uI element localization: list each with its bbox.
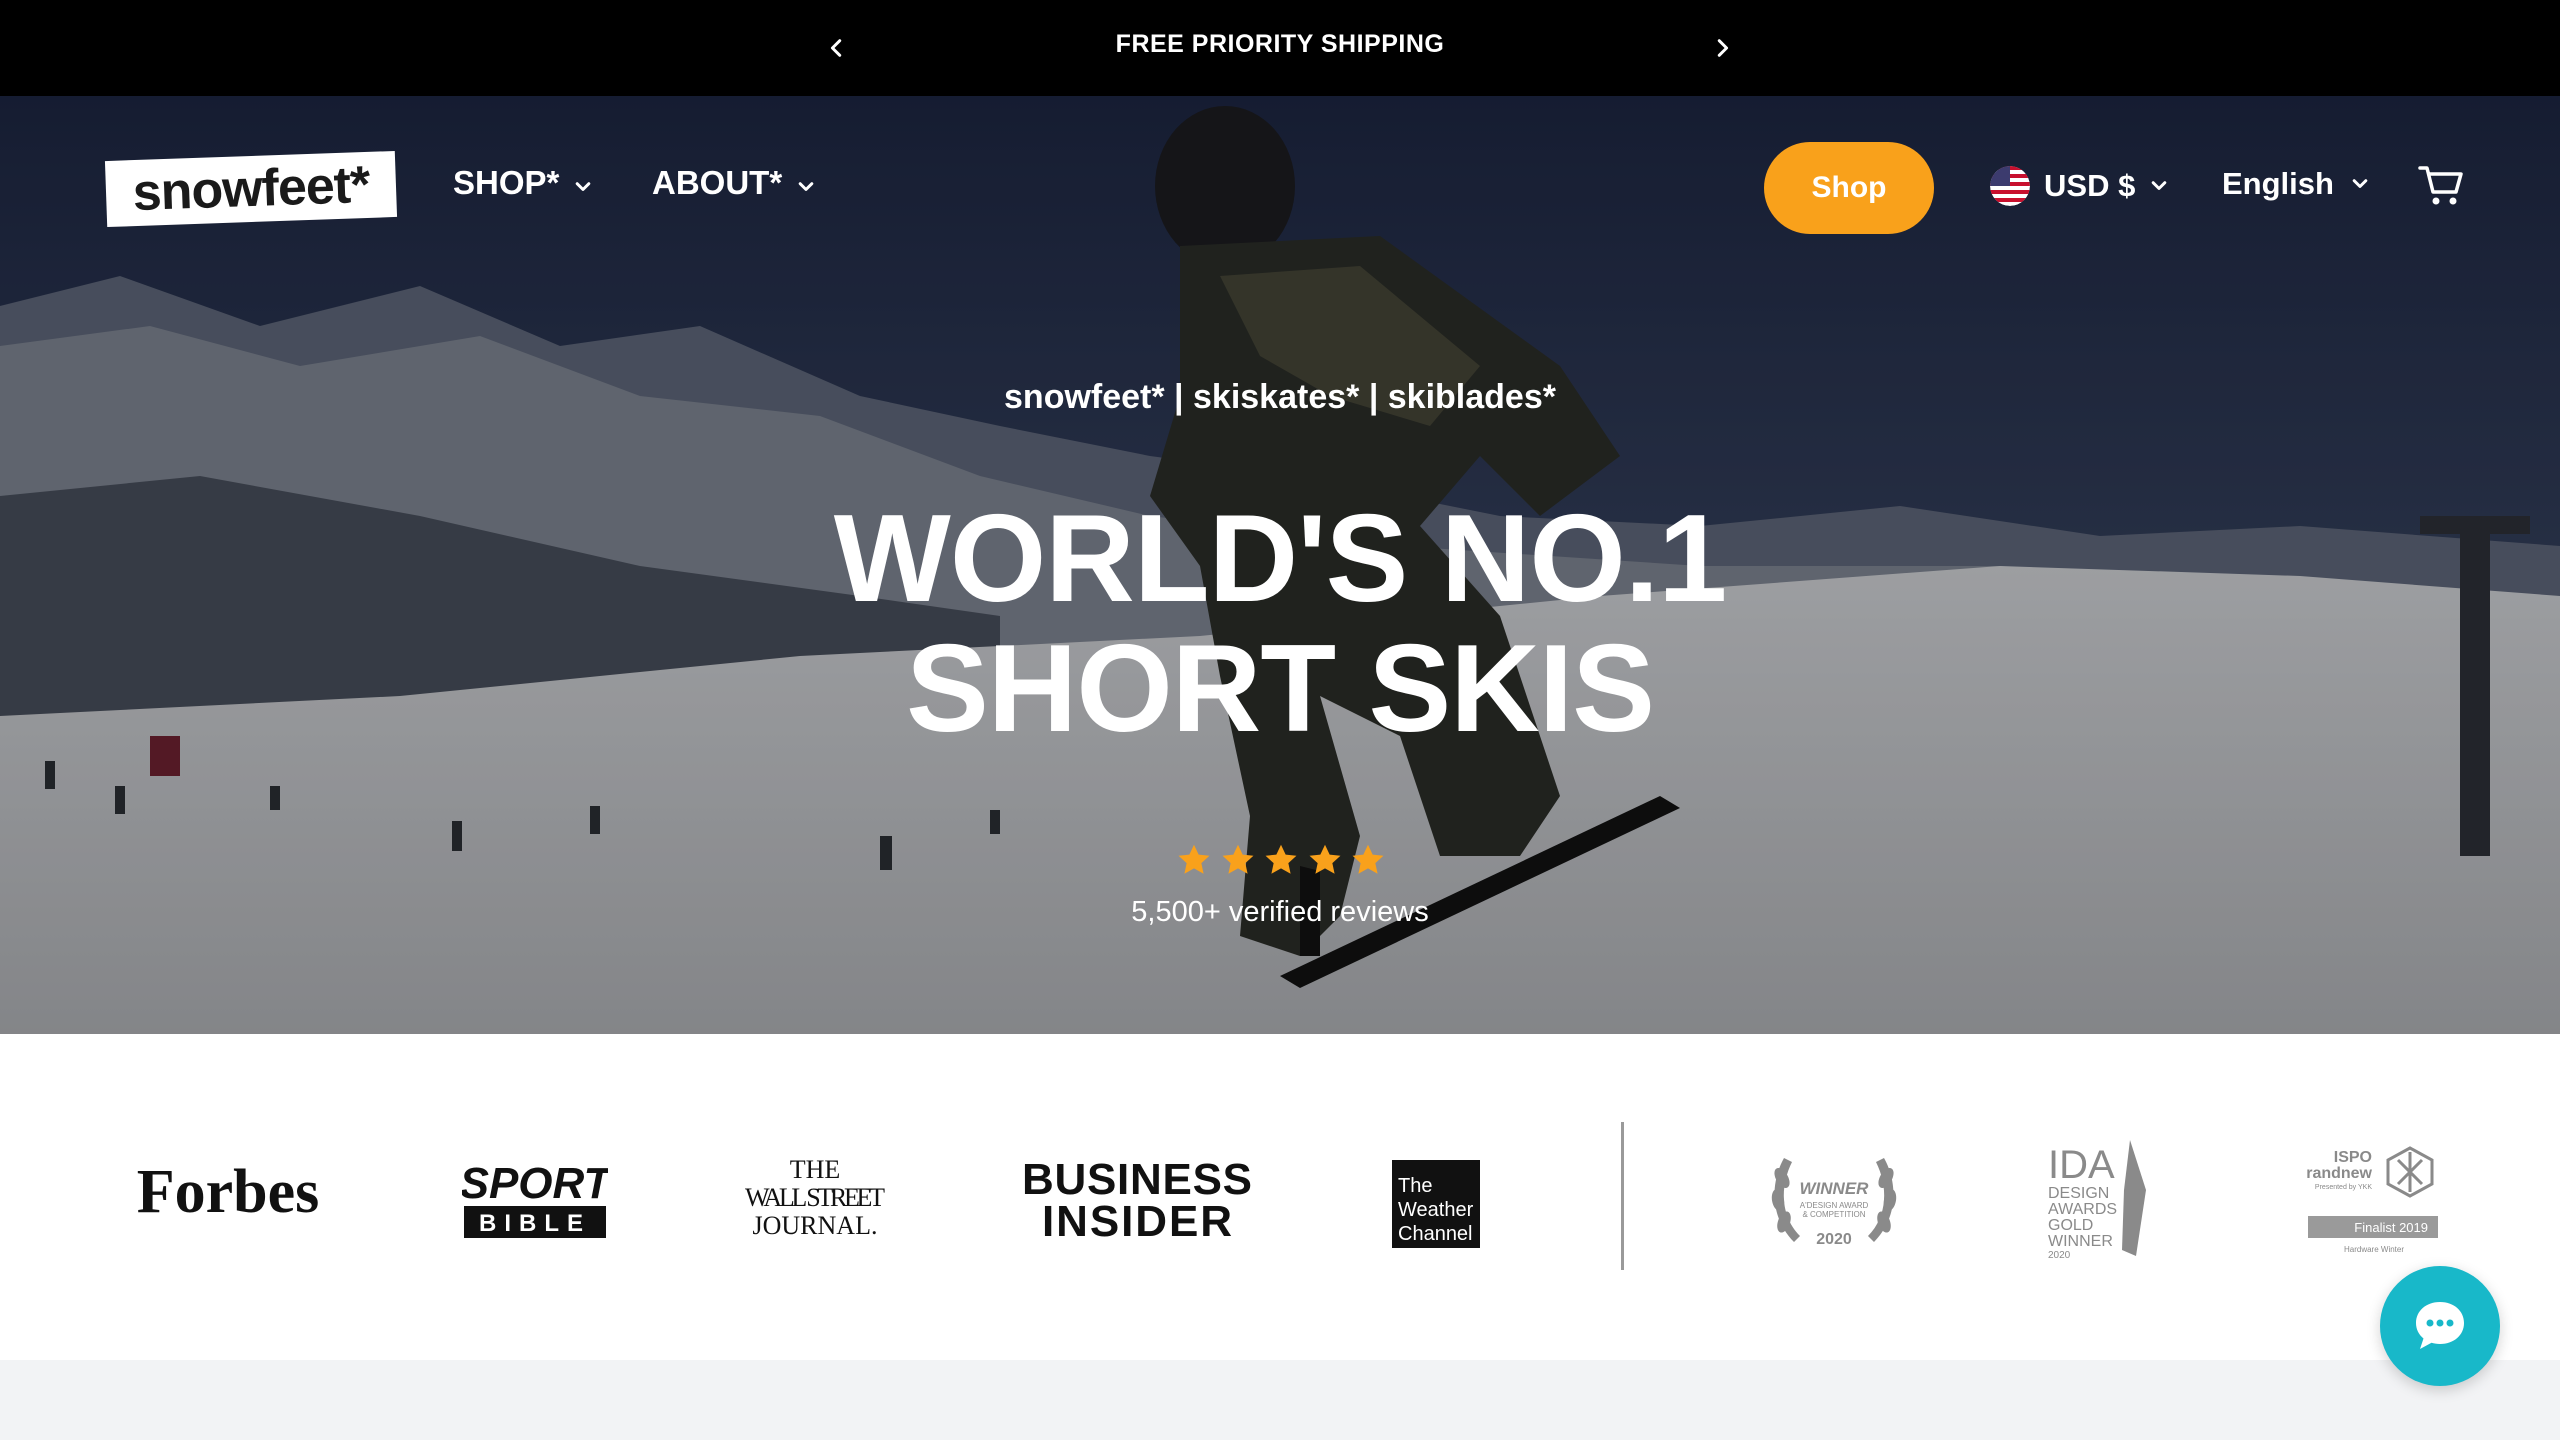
site-logo[interactable]: snowfeet*	[104, 150, 398, 228]
nav-about[interactable]: ABOUT*	[652, 164, 816, 202]
rating-stars	[1176, 842, 1386, 882]
chevron-down-icon	[2352, 179, 2368, 188]
shop-button[interactable]: Shop	[1764, 142, 1934, 234]
weather-line2: Weather	[1398, 1199, 1474, 1221]
weather-line1: The	[1398, 1175, 1432, 1197]
wsj-line3: JOURNAL.	[753, 1211, 878, 1240]
business-insider-logo: BUSINESS INSIDER	[1022, 1155, 1252, 1240]
ida-title: IDA	[2048, 1143, 2115, 1187]
star-icon	[1265, 844, 1297, 874]
ispo-line2: Brandnew	[2306, 1165, 2373, 1182]
hero-subtitle: snowfeet* | skiskates* | skiblades*	[1004, 378, 1556, 416]
next-section-band	[0, 1360, 2560, 1440]
ispo-line3: Presented by YKK	[2315, 1184, 2372, 1191]
weather-line3: Channel	[1398, 1223, 1473, 1245]
nav-shop-label: SHOP*	[453, 164, 560, 201]
ida-line3: GOLD	[2048, 1217, 2093, 1234]
forbes-logo: Forbes	[137, 1158, 320, 1226]
star-icon	[1309, 844, 1340, 874]
chat-bubble-icon	[2416, 1302, 2464, 1349]
nav-shop[interactable]: SHOP*	[453, 164, 593, 202]
cart-icon[interactable]	[2416, 160, 2466, 210]
chevron-right-icon	[1717, 39, 1729, 57]
ida-year: 2020	[2048, 1250, 2071, 1260]
ispo-line1: ISPO	[2334, 1149, 2372, 1166]
chat-widget-button[interactable]	[2380, 1266, 2500, 1386]
ida-line2: AWARDS	[2048, 1201, 2117, 1218]
ida-line1: DESIGN	[2048, 1185, 2109, 1202]
award1-line2: A'DESIGN AWARD	[1800, 1201, 1869, 1210]
wsj-line2: WALL STREET	[745, 1183, 885, 1212]
weather-channel-logo: The Weather Channel	[1392, 1160, 1480, 1248]
reviews-count[interactable]: 5,500+ verified reviews	[0, 896, 2560, 929]
award1-year: 2020	[1816, 1231, 1852, 1248]
press-logos-strip: Forbes SPORT BIBLE THE WALL STREET JOURN…	[0, 1034, 2560, 1360]
star-icon	[1352, 844, 1384, 874]
announcement-text: FREE PRIORITY SHIPPING	[1115, 30, 1445, 58]
bi-line2: INSIDER	[1042, 1197, 1232, 1240]
hero-section: snowfeet* SHOP* ABOUT* Shop USD $ Englis…	[0, 96, 2560, 1034]
hero-title-line2: SHORT SKIS	[906, 620, 1655, 758]
star-icon	[1178, 844, 1210, 874]
ispo-brandnew-badge: ISPO Brandnew Presented by YKK Finalist …	[2306, 1146, 2438, 1254]
currency-label: USD $	[2044, 168, 2136, 203]
chevron-down-icon	[576, 182, 591, 191]
ida-award-badge: IDA DESIGN AWARDS GOLD WINNER 2020	[2048, 1140, 2146, 1260]
award1-line1: WINNER	[1800, 1179, 1870, 1198]
language-label: English	[2222, 166, 2334, 201]
chevron-down-icon	[798, 182, 814, 191]
us-flag-icon	[1990, 166, 2030, 206]
nav-about-label: ABOUT*	[652, 164, 783, 201]
currency-selector[interactable]: USD $	[1990, 166, 2169, 206]
wsj-logo: THE WALL STREET JOURNAL.	[745, 1155, 885, 1240]
logo-text: snowfeet*	[131, 155, 371, 223]
language-selector[interactable]: English	[2222, 166, 2370, 202]
bible-text: BIBLE	[479, 1210, 591, 1237]
chevron-down-icon	[2152, 181, 2167, 190]
adesign-award-badge: WINNER A'DESIGN AWARD & COMPETITION 2020	[1771, 1158, 1897, 1248]
hero-title-line1: WORLD'S NO.1	[833, 490, 1727, 628]
press-divider	[1621, 1122, 1624, 1270]
award1-line3: & COMPETITION	[1802, 1210, 1865, 1219]
star-icon	[1222, 844, 1253, 874]
sport-text: SPORT	[462, 1160, 608, 1208]
forbes-text: Forbes	[137, 1158, 320, 1226]
ispo-finalist: Finalist 2019	[2354, 1220, 2428, 1235]
wsj-line1: THE	[790, 1155, 841, 1184]
announcement-next-button[interactable]	[1704, 30, 1740, 66]
ispo-category: Hardware Winter	[2344, 1245, 2404, 1254]
sport-bible-logo: SPORT BIBLE	[462, 1160, 608, 1238]
ida-line4: WINNER	[2048, 1233, 2113, 1250]
announcement-bar: FREE PRIORITY SHIPPING	[0, 0, 2560, 96]
